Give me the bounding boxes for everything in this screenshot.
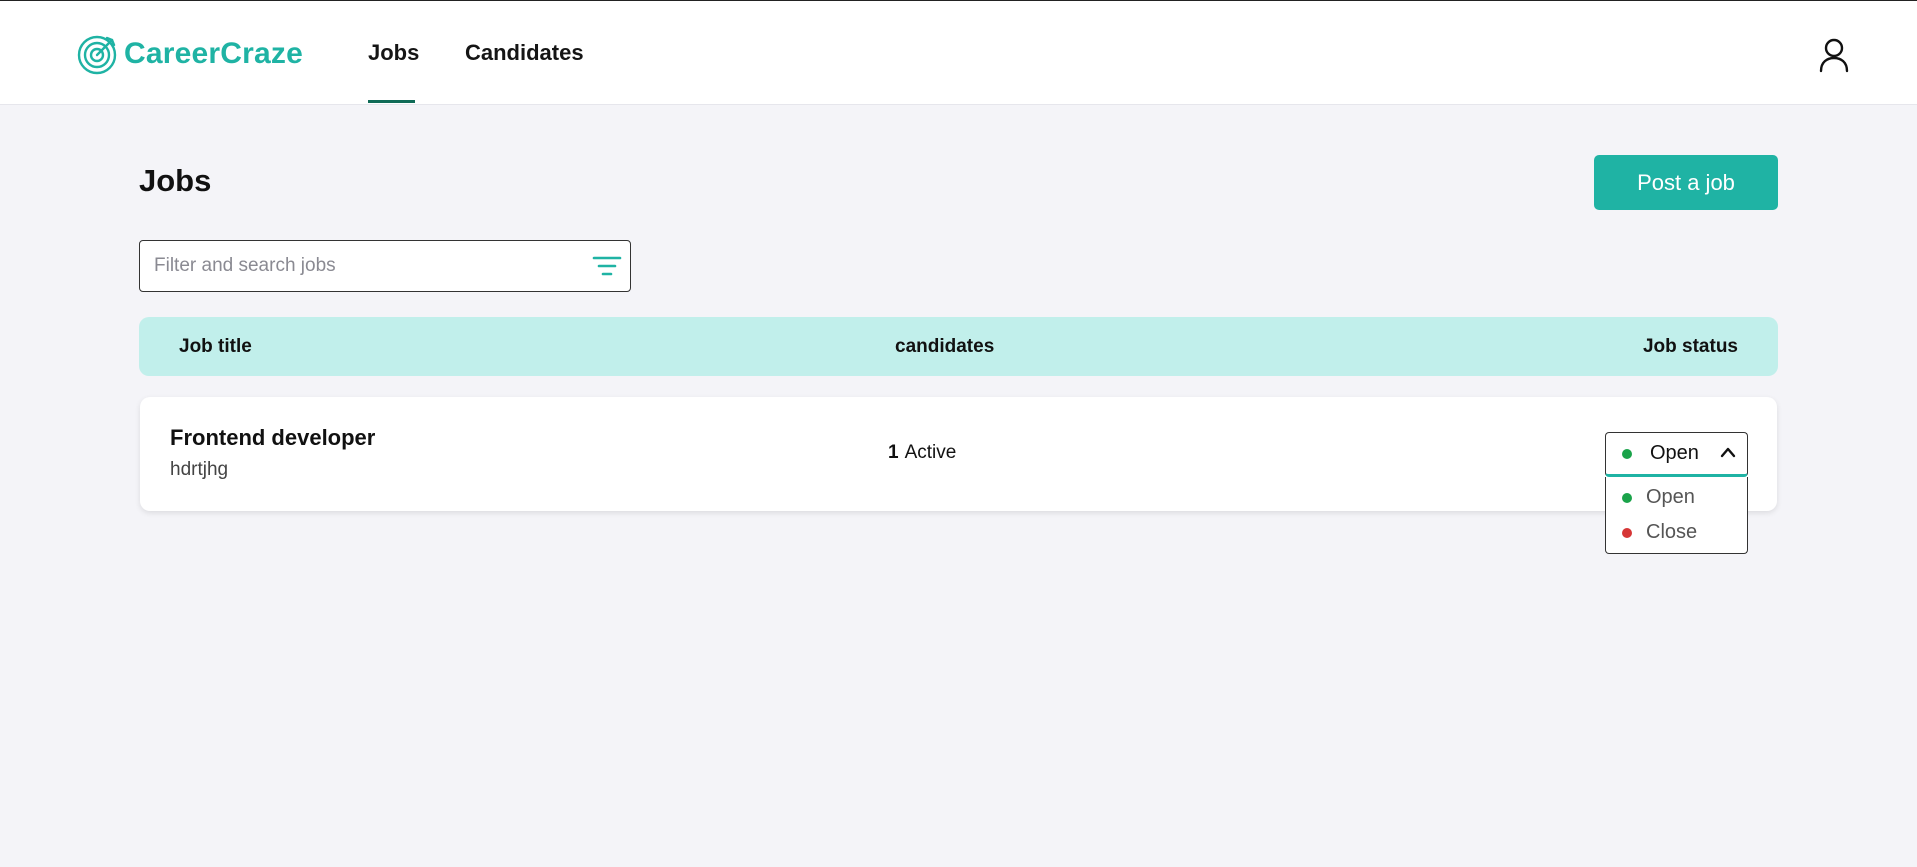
job-status-value: Open: [1650, 442, 1699, 464]
column-header-job-status: Job status: [1642, 335, 1738, 357]
app-logo[interactable]: CareerCraze: [76, 32, 303, 76]
target-logo-icon: [77, 35, 117, 75]
app-name: CareerCraze: [124, 37, 303, 70]
column-header-candidates: candidates: [895, 335, 995, 357]
job-title[interactable]: Frontend developer: [170, 425, 375, 451]
job-row[interactable]: Frontend developer hdrtjhg 1 Active: [140, 397, 1777, 511]
job-status-dropdown-menu: Open Close: [1605, 477, 1748, 554]
job-subtitle: hdrtjhg: [170, 459, 229, 480]
status-dot-icon: [1622, 449, 1632, 459]
status-option-label: Open: [1646, 486, 1695, 508]
filter-icon[interactable]: [592, 254, 622, 278]
active-tab-indicator: [368, 100, 415, 103]
candidates-count[interactable]: 1 Active: [888, 442, 956, 464]
job-status-select[interactable]: Open: [1605, 432, 1748, 477]
user-menu-button[interactable]: [1818, 37, 1850, 73]
status-dot-icon: [1622, 528, 1632, 538]
status-option-close[interactable]: Close: [1606, 516, 1747, 550]
status-dot-icon: [1622, 493, 1632, 503]
search-input[interactable]: [154, 241, 574, 291]
status-option-open[interactable]: Open: [1606, 481, 1747, 515]
top-navbar: CareerCraze Jobs Candidates: [0, 1, 1917, 105]
nav-tab-candidates[interactable]: Candidates: [465, 1, 584, 104]
status-option-label: Close: [1646, 521, 1698, 543]
nav-tab-jobs[interactable]: Jobs: [368, 1, 419, 104]
post-job-button[interactable]: Post a job: [1594, 155, 1778, 210]
candidates-count-label: Active: [904, 442, 957, 463]
search-box: [139, 240, 631, 292]
column-header-job-title: Job title: [179, 335, 252, 357]
candidates-count-number: 1: [888, 442, 899, 463]
page-title: Jobs: [139, 163, 212, 198]
table-header: Job title candidates Job status: [139, 317, 1778, 376]
user-icon: [1819, 38, 1849, 73]
chevron-up-icon: [1720, 447, 1736, 458]
